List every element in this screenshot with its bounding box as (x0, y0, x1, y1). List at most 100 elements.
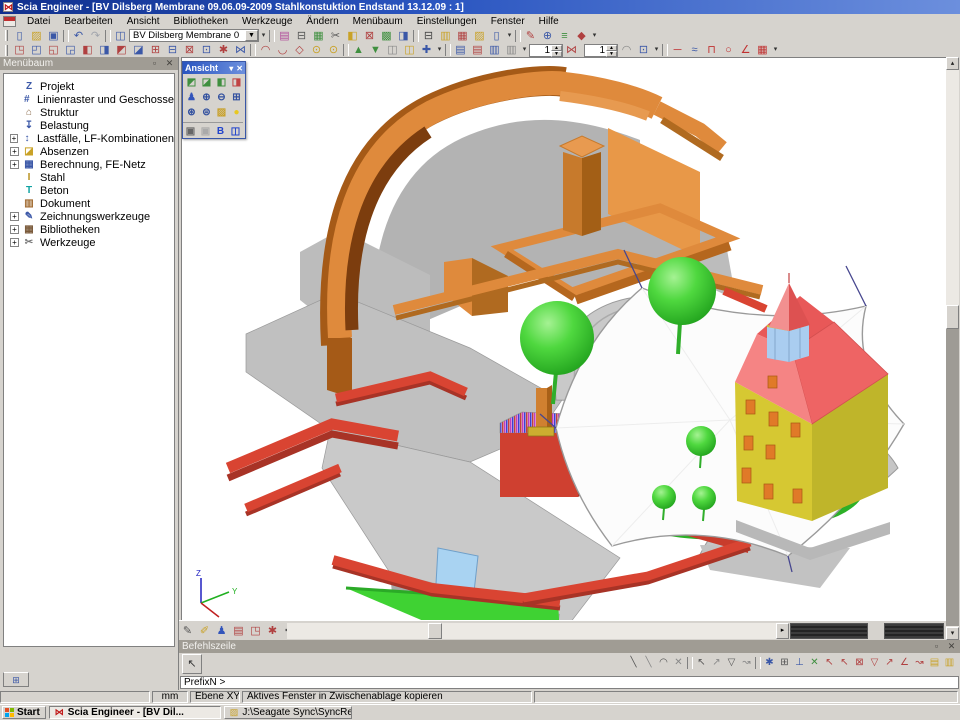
layer-a-button[interactable]: ▤ (452, 43, 469, 57)
snap-off-button[interactable]: ✕ (671, 655, 686, 671)
cursor-snap-5-button[interactable]: ↗ (882, 655, 897, 671)
lasso-button[interactable]: ◡ (274, 43, 291, 57)
scroll-down-icon[interactable]: ▾ (946, 627, 959, 640)
text-label-button[interactable]: ✱ (264, 623, 281, 639)
viewport-vertical-scrollbar[interactable]: ▴ ▾ (946, 57, 959, 640)
document-book-button[interactable]: ▦ (454, 29, 471, 43)
zoom-window-button[interactable]: ⊞ (229, 90, 244, 105)
sidebar-tab[interactable]: ⊞ (3, 672, 29, 687)
dim-circle-button[interactable]: ○ (720, 43, 737, 57)
picture-button[interactable]: ▦ (310, 29, 327, 43)
snap-arc-button[interactable]: ◠ (656, 655, 671, 671)
zoom-all-button[interactable]: ⊛ (184, 105, 199, 120)
menu-bearbeiten[interactable]: Bearbeiten (57, 14, 119, 28)
snap-grid-button[interactable]: ⊞ (777, 655, 792, 671)
trim-button[interactable]: ◩ (113, 43, 130, 57)
menu-werkzeuge[interactable]: Werkzeuge (235, 14, 299, 28)
dim-more-icon[interactable]: ▾ (771, 43, 780, 57)
open-project-button[interactable]: ▨ (28, 29, 45, 43)
menu-einstellungen[interactable]: Einstellungen (410, 14, 484, 28)
cursor-snap-2-button[interactable]: ↖ (837, 655, 852, 671)
b-mode-button[interactable]: B (213, 124, 228, 139)
light-button[interactable]: ● (229, 105, 244, 120)
expand-plus-icon[interactable]: + (10, 134, 18, 143)
view-palette-header[interactable]: Ansicht ▾ ✕ (183, 62, 245, 74)
new-document-button[interactable]: ▯ (11, 29, 28, 43)
status-plane[interactable]: Ebene XY (190, 691, 240, 703)
zoom-selection-button[interactable]: ⊜ (199, 105, 214, 120)
expand-plus-icon[interactable]: + (10, 147, 19, 156)
entity-info-button[interactable]: ♟ (213, 623, 230, 639)
mdi-child-icon[interactable] (3, 16, 16, 27)
dot-grid-button[interactable]: ▤ (927, 655, 942, 671)
tree-item-zeichnungswerkzeuge[interactable]: +✎Zeichnungswerkzeuge (10, 210, 174, 223)
tree-item-absenzen[interactable]: +◪Absenzen (10, 145, 174, 158)
zoom-in-button[interactable]: ⊕ (199, 90, 214, 105)
copy-3d-button[interactable]: ◧ (344, 29, 361, 43)
menu-ansicht[interactable]: Ansicht (120, 14, 167, 28)
stretch-button[interactable]: ◨ (96, 43, 113, 57)
view-axo-4-button[interactable]: ◨ (229, 75, 244, 90)
member-down-button[interactable]: ▼ (367, 43, 384, 57)
scale-spinner[interactable]: 1 ▲▼ (529, 44, 563, 57)
clip-plane-button[interactable]: ◠ (618, 43, 635, 57)
view-axo-1-button[interactable]: ◩ (184, 75, 199, 90)
taskbar-task-scia[interactable]: ⋈ Scia Engineer - [BV Dil... (49, 706, 221, 719)
explode-button[interactable]: ✱ (215, 43, 232, 57)
print-drawing-button[interactable]: ⊟ (293, 29, 310, 43)
cursor-snap-4-button[interactable]: ▽ (867, 655, 882, 671)
tree-item-dokument[interactable]: ▥Dokument (10, 197, 174, 210)
close-icon[interactable]: ✕ (164, 58, 175, 69)
menu-hilfe[interactable]: Hilfe (532, 14, 566, 28)
combobox-arrow-icon[interactable]: ▼ (245, 30, 258, 41)
export-folder-button[interactable]: ▨ (471, 29, 488, 43)
tree-item-struktur[interactable]: ⌂Struktur (10, 106, 174, 119)
dim-grid-button[interactable]: ▦ (754, 43, 771, 57)
menu-menbaum[interactable]: Menübaum (346, 14, 410, 28)
tree-item-belastung[interactable]: ↧Belastung (10, 119, 174, 132)
model-viewport[interactable]: Z Y X Ansicht ▾ ✕ ◩◪◧◨♟⊕⊖⊞⊛⊜▨● ▣▣B◫ (181, 57, 946, 620)
snap-line-mid-button[interactable]: ╲ (641, 655, 656, 671)
factor-spinner[interactable]: 1 ▲▼ (584, 44, 618, 57)
view-axo-3-button[interactable]: ◧ (214, 75, 229, 90)
dim-line-button[interactable]: ─ (669, 43, 686, 57)
new-window-button[interactable]: ◫ (112, 29, 129, 43)
array-button[interactable]: ⊞ (147, 43, 164, 57)
close-icon[interactable]: ✕ (236, 64, 243, 73)
window-mode-button[interactable]: ◫ (228, 124, 243, 139)
extend-button[interactable]: ◪ (130, 43, 147, 57)
camera-view-button[interactable]: ▣ (183, 124, 198, 139)
select-line-button[interactable]: ↝ (739, 655, 754, 671)
dim-angle-button[interactable]: ∠ (737, 43, 754, 57)
view-axo-2-button[interactable]: ◪ (199, 75, 214, 90)
print-button[interactable]: ⊟ (420, 29, 437, 43)
image-button[interactable]: ▩ (378, 29, 395, 43)
layer-d-button[interactable]: ▥ (503, 43, 520, 57)
vertical-scroll-thumb[interactable] (946, 305, 959, 329)
save-project-button[interactable]: ▣ (45, 29, 62, 43)
expand-plus-icon[interactable]: + (10, 160, 19, 169)
tree-item-berechnung-fe-netz[interactable]: +▦Berechnung, FE-Netz (10, 158, 174, 171)
view-more-icon[interactable]: ▾ (652, 43, 661, 57)
scroll-up-icon[interactable]: ▴ (946, 57, 959, 70)
horizontal-scroll-thumb[interactable] (428, 623, 442, 639)
text-cursor-button[interactable]: ◆ (573, 29, 590, 43)
scroll-right-icon[interactable]: ▸ (776, 623, 789, 639)
bcurve-button[interactable]: ◠ (257, 43, 274, 57)
render-solid-button[interactable]: ✐ (196, 623, 213, 639)
dot-grid-2-button[interactable]: ▥ (942, 655, 957, 671)
pin-icon[interactable]: ▫ (931, 641, 942, 652)
dim-parallel-button[interactable]: ≈ (686, 43, 703, 57)
copy-entity-button[interactable]: ◳ (11, 43, 28, 57)
connect-button[interactable]: ⋈ (232, 43, 249, 57)
close-icon[interactable]: ✕ (946, 641, 957, 652)
snap-cross-button[interactable]: ✕ (807, 655, 822, 671)
view-palette[interactable]: Ansicht ▾ ✕ ◩◪◧◨♟⊕⊖⊞⊛⊜▨● ▣▣B◫ (182, 61, 246, 139)
layer-c-button[interactable]: ▥ (486, 43, 503, 57)
render-wire-button[interactable]: ✎ (179, 623, 196, 639)
member-copy-button[interactable]: ◫ (384, 43, 401, 57)
member-up-button[interactable]: ▲ (350, 43, 367, 57)
gallery-button[interactable]: ▤ (276, 29, 293, 43)
nodes-pair2-button[interactable]: ⊙ (325, 43, 342, 57)
expand-plus-icon[interactable]: + (10, 225, 19, 234)
